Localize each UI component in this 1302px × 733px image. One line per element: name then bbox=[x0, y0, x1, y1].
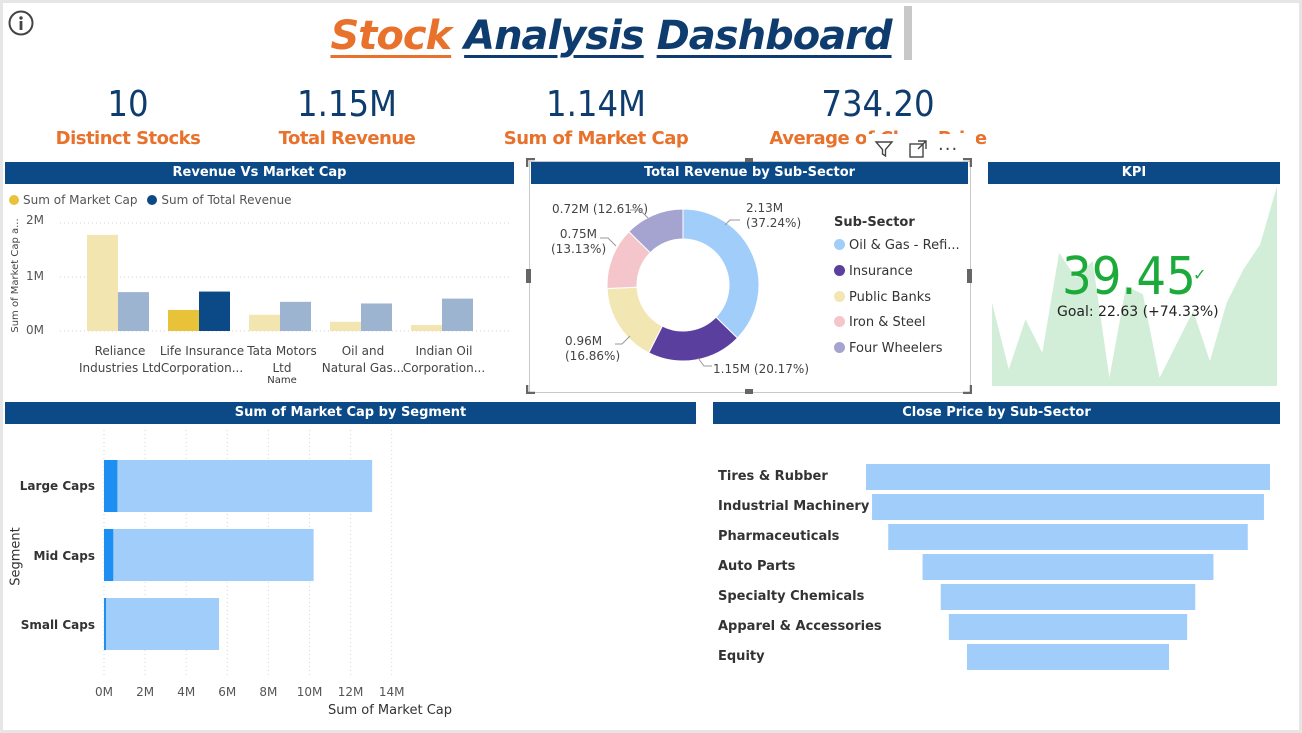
legend-dot-total-revenue bbox=[147, 195, 158, 205]
dashboard-title: Stock Analysis Dashboard bbox=[0, 13, 1222, 59]
segment-plot: 0M 2M 4M 6M 8M 10M 12M 14M bbox=[95, 430, 405, 699]
card-market-cap-label: Sum of Market Cap bbox=[503, 128, 689, 149]
title-word-dashboard: Dashboard bbox=[656, 13, 893, 59]
card-avg-close-value: 734.20 bbox=[821, 84, 935, 125]
more-options-icon[interactable]: ... bbox=[938, 134, 958, 155]
funnel-label-pharmaceuticals: Pharmaceuticals bbox=[718, 529, 840, 544]
funnel-bar-equity bbox=[967, 644, 1169, 670]
bar-sum-of-total-revenue-reliance-industries-ltd bbox=[118, 292, 149, 331]
legend-dot-market-cap bbox=[9, 195, 19, 205]
segment-label-large-caps: Large Caps bbox=[19, 479, 95, 493]
x-tick-0m: 0M bbox=[95, 685, 113, 699]
title-word-stock: Stock bbox=[330, 13, 452, 59]
donut-legend-public-banks[interactable]: Public Banks bbox=[834, 290, 931, 305]
focus-mode-icon[interactable] bbox=[908, 139, 928, 159]
kpi-check-icon: ✓ bbox=[1193, 265, 1207, 284]
donut-legend-iron-steel[interactable]: Iron & Steel bbox=[834, 315, 925, 330]
bar-sum-of-market-cap-oil-and-natural-gas bbox=[330, 321, 361, 331]
bar-sum-of-total-revenue-tata-motors-ltd bbox=[280, 301, 311, 331]
legend-label-market-cap: Sum of Market Cap bbox=[23, 193, 138, 207]
card-distinct-stocks-label: Distinct Stocks bbox=[55, 128, 201, 149]
card-total-revenue-label: Total Revenue bbox=[278, 128, 416, 149]
x-tick-12m: 12M bbox=[338, 685, 364, 699]
title-divider bbox=[904, 6, 912, 60]
funnel-bar-pharmaceuticals bbox=[888, 524, 1248, 550]
funnel-label-equity: Equity bbox=[718, 649, 765, 664]
donut-legend-insurance[interactable]: Insurance bbox=[834, 264, 913, 279]
x-tick-10m: 10M bbox=[297, 685, 323, 699]
funnel-bar-apparel-accessories bbox=[948, 614, 1188, 640]
revenue-vs-mcap-legend: Sum of Market Cap Sum of Total Revenue bbox=[9, 193, 292, 207]
bar-sum-of-total-revenue-indian-oil-corporation bbox=[442, 298, 473, 331]
segment-header: Sum of Market Cap by Segment bbox=[5, 402, 696, 424]
revenue-vs-mcap-plot bbox=[60, 222, 510, 332]
x-category-indian-oil: Indian Oil Corporation... bbox=[402, 344, 486, 375]
x-tick-14m: 14M bbox=[379, 685, 405, 699]
funnel-bar-industrial-machinery bbox=[872, 494, 1264, 520]
segment-label-mid-caps: Mid Caps bbox=[33, 549, 95, 563]
y-tick-2m: 2M bbox=[26, 213, 44, 227]
funnel-bar-specialty-chemicals bbox=[940, 584, 1196, 610]
funnel-label-apparel: Apparel & Accessories bbox=[718, 619, 882, 634]
funnel-label-tires-rubber: Tires & Rubber bbox=[718, 469, 828, 484]
funnel-label-specialty-chemicals: Specialty Chemicals bbox=[718, 589, 865, 604]
donut-header: Total Revenue by Sub-Sector bbox=[531, 162, 968, 184]
bar-sum-of-market-cap-life-insurance-corporation bbox=[168, 309, 199, 331]
kpi-value: 39.45 bbox=[1062, 247, 1196, 307]
donut-legend-oil-gas[interactable]: Oil & Gas - Refi... bbox=[834, 238, 960, 253]
funnel-bar-auto-parts bbox=[922, 554, 1214, 580]
legend-label-total-revenue: Sum of Total Revenue bbox=[161, 193, 292, 207]
card-distinct-stocks-value: 10 bbox=[107, 84, 149, 125]
revenue-vs-mcap-header: Revenue Vs Market Cap bbox=[5, 162, 514, 184]
revenue-vs-mcap-y-axis-title: Sum of Market Cap a... bbox=[10, 218, 21, 333]
x-tick-2m: 2M bbox=[136, 685, 154, 699]
kpi-goal: Goal: 22.63 (+74.33%) bbox=[1057, 304, 1219, 320]
bar-sum-of-total-revenue-oil-and-natural-gas bbox=[361, 303, 392, 331]
y-tick-0m: 0M bbox=[26, 323, 44, 337]
funnel-label-auto-parts: Auto Parts bbox=[718, 559, 796, 574]
filter-icon[interactable] bbox=[874, 139, 894, 159]
x-tick-8m: 8M bbox=[259, 685, 277, 699]
bar-total-mid-caps bbox=[104, 529, 314, 581]
bar-sum-of-market-cap-indian-oil-corporation bbox=[411, 325, 442, 331]
donut-legend-title: Sub-Sector bbox=[834, 215, 915, 230]
card-market-cap-value: 1.14M bbox=[545, 84, 647, 125]
funnel-label-industrial-machinery: Industrial Machinery bbox=[718, 499, 870, 514]
funnel-bar-tires-rubber bbox=[866, 464, 1270, 490]
segment-label-small-caps: Small Caps bbox=[20, 618, 95, 632]
bar-total-large-caps bbox=[104, 460, 373, 512]
donut-leader-lines bbox=[600, 209, 740, 367]
funnel-header: Close Price by Sub-Sector bbox=[713, 402, 1280, 424]
segment-x-axis-title: Sum of Market Cap bbox=[327, 703, 453, 718]
bar-sum-of-market-cap-tata-motors-ltd bbox=[249, 314, 280, 331]
funnel-plot bbox=[866, 464, 1270, 670]
bar-highlight-mid-caps bbox=[104, 529, 114, 581]
bar-total-small-caps bbox=[104, 598, 220, 650]
donut-label-iron-steel: 0.75M (13.13%) bbox=[551, 227, 607, 256]
x-tick-4m: 4M bbox=[177, 685, 195, 699]
revenue-vs-mcap-x-axis-title: Name bbox=[267, 375, 297, 386]
bar-highlight-large-caps bbox=[104, 460, 118, 512]
bar-highlight-small-caps bbox=[104, 598, 106, 650]
donut-legend-four-wheelers[interactable]: Four Wheelers bbox=[834, 341, 943, 356]
card-total-revenue-value: 1.15M bbox=[296, 84, 398, 125]
y-tick-1m: 1M bbox=[26, 269, 44, 283]
title-word-analysis: Analysis bbox=[464, 13, 645, 59]
kpi-header: KPI bbox=[988, 162, 1280, 184]
bar-sum-of-market-cap-reliance-industries-ltd bbox=[87, 234, 118, 331]
bar-sum-of-total-revenue-life-insurance-corporation bbox=[199, 291, 230, 331]
x-tick-6m: 6M bbox=[218, 685, 236, 699]
